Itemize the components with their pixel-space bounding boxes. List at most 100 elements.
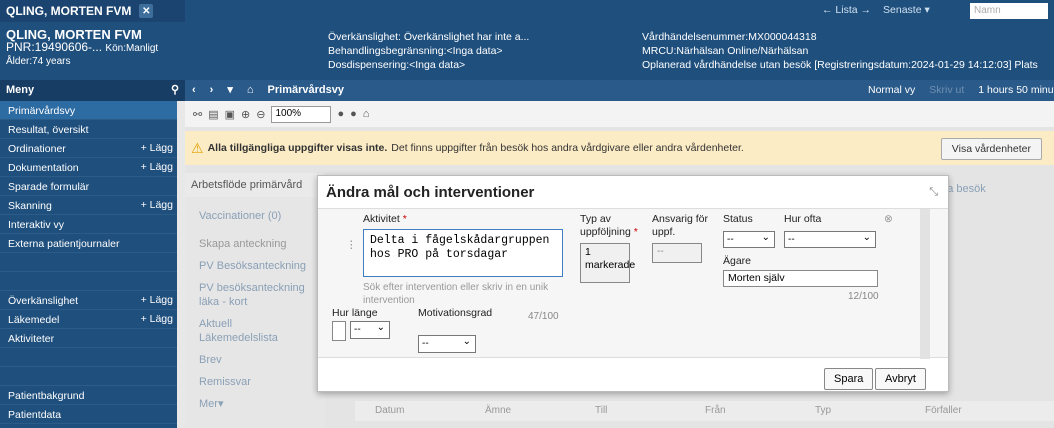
sidebar-item-dokumentation[interactable]: Dokumentation + Lägg — [0, 158, 177, 177]
case-planned: Oplanerad vårdhändelse utan besök [Regis… — [642, 59, 1038, 71]
col-header[interactable]: Datum — [355, 405, 465, 421]
binoculars-icon[interactable]: ⚯ — [193, 108, 202, 121]
sidebar: Primärvårdsvy Resultat, översikt Ordinat… — [0, 101, 177, 428]
link[interactable]: Mer▾ — [185, 393, 325, 415]
normal-view-button[interactable]: Normal vy — [868, 84, 915, 96]
patient-tab[interactable]: QLING, MORTEN FVM ✕ — [0, 0, 185, 22]
menu-header[interactable]: Meny ⚲ — [0, 80, 185, 101]
circle-icon[interactable]: ● — [337, 108, 344, 120]
sidebar-item-resultat[interactable]: Resultat, översikt — [0, 120, 177, 139]
zoom-in-icon[interactable]: ⊕ — [241, 108, 250, 121]
activity-label: Aktivitet * — [363, 213, 407, 225]
resize-icon[interactable]: ⤡ — [929, 186, 938, 199]
save-button[interactable]: Spara — [824, 368, 874, 390]
sidebar-item-skanning[interactable]: Skanning + Lägg — [0, 196, 177, 215]
frequency-value: -- — [788, 234, 795, 245]
nav-bar: Meny ⚲ ‹ › ▾ ⌂ Primärvårdsvy Normal vy S… — [0, 80, 1054, 101]
sidebar-item-externa[interactable]: Externa patientjournaler — [0, 234, 177, 253]
cancel-button[interactable]: Avbryt — [875, 368, 926, 390]
sidebar-item-patientbakgrund[interactable]: Patientbakgrund — [0, 386, 177, 405]
add-button[interactable]: + Lägg — [141, 161, 173, 173]
edit-goals-dialog: Ändra mål och interventioner ⤡ Aktivitet… — [317, 175, 949, 392]
workflow-tab[interactable]: Arbetsflöde primärvård — [185, 173, 325, 197]
activity-textarea[interactable]: Delta i fågelskådargruppen hos PRO på to… — [363, 229, 563, 277]
sidebar-item-interaktiv[interactable]: Interaktiv vy — [0, 215, 177, 234]
recent-menu[interactable]: Senaste ▾ — [883, 4, 930, 16]
sidebar-item-label: Resultat, översikt — [8, 124, 89, 136]
circle-icon[interactable]: ● — [350, 108, 357, 120]
sidebar-scrollbar[interactable] — [177, 101, 185, 428]
activity-hint: Sök efter intervention eller skriv in en… — [363, 282, 549, 306]
document-icon[interactable]: ▤ — [208, 108, 218, 121]
print-icon[interactable]: ▣ — [225, 108, 235, 121]
home-icon[interactable]: ⌂ — [247, 84, 254, 96]
allergy-warning[interactable]: Överkänslighet: Överkänslighet har inte … — [328, 30, 529, 44]
create-note: Skapa anteckning — [199, 238, 287, 250]
alert-bold: Alla tillgängliga uppgifter visas inte. — [207, 142, 388, 154]
owner-char-count: 12/100 — [848, 291, 879, 302]
close-icon[interactable]: ⊗ — [884, 213, 893, 225]
forward-icon[interactable]: › — [210, 84, 214, 96]
duration-number[interactable] — [332, 321, 346, 341]
sidebar-item-label: Sparade formulär — [8, 181, 90, 193]
responsible-field[interactable]: -- — [652, 243, 702, 263]
close-icon[interactable]: ✕ — [139, 4, 154, 18]
vaccinations: Vaccinationer (0) — [199, 210, 282, 222]
sidebar-item-aktiviteter[interactable]: Aktiviteter — [0, 329, 177, 348]
sidebar-item-label: Primärvårdsvy — [8, 105, 76, 117]
alert-banner: ⚠ Alla tillgängliga uppgifter visas inte… — [185, 131, 1054, 165]
link[interactable]: PV Besöksanteckning — [185, 255, 325, 277]
add-button[interactable]: + Lägg — [141, 313, 173, 325]
sidebar-item-label: Dokumentation — [8, 162, 79, 174]
col-header[interactable]: Ämne — [465, 405, 575, 421]
owner-input[interactable]: Morten själv — [723, 270, 878, 287]
status-select[interactable]: -- ⌄ — [723, 231, 775, 248]
sidebar-item-label: Skanning — [8, 200, 52, 212]
link[interactable]: Remissvar — [185, 371, 325, 393]
back-icon[interactable]: ‹ — [192, 84, 196, 96]
zoom-out-icon[interactable]: ⊖ — [256, 108, 265, 121]
add-button[interactable]: + Lägg — [141, 294, 173, 306]
show-units-button[interactable]: Visa vårdenheter — [940, 138, 1042, 160]
name-search-input[interactable]: Namn — [970, 3, 1048, 19]
toolbar: ⚯ ▤ ▣ ⊕ ⊖ 100% ● ● ⌂ — [185, 101, 1054, 127]
home-icon[interactable]: ⌂ — [363, 108, 370, 120]
print-button[interactable]: Skriv ut — [929, 84, 964, 96]
chevron-down-icon: ⌄ — [462, 336, 471, 347]
required-marker: * — [402, 213, 407, 225]
sidebar-item-ordinationer[interactable]: Ordinationer + Lägg — [0, 139, 177, 158]
drag-handle-icon[interactable]: ⋮ — [346, 239, 357, 251]
sidebar-spacer — [0, 272, 177, 291]
sidebar-item-sparade[interactable]: Sparade formulär — [0, 177, 177, 196]
zoom-select[interactable]: 100% — [271, 105, 332, 123]
link[interactable]: Brev — [185, 349, 325, 371]
col-header[interactable]: Förfaller — [905, 405, 1015, 421]
list-nav[interactable]: ← Lista → — [822, 4, 871, 16]
sidebar-item-patientdata[interactable]: Patientdata — [0, 405, 177, 424]
col-header[interactable]: Från — [685, 405, 795, 421]
case-mrcu: MRCU:Närhälsan Online/Närhälsan — [642, 45, 809, 57]
frequency-label: Hur ofta — [784, 213, 822, 225]
add-button[interactable]: + Lägg — [141, 142, 173, 154]
sidebar-item-label: Interaktiv vy — [8, 219, 65, 231]
chevron-down-icon: ⌄ — [761, 232, 770, 243]
followup-type-select[interactable]: 1 markerade — [580, 243, 635, 283]
frequency-select[interactable]: -- ⌄ — [784, 231, 876, 248]
add-button[interactable]: + Lägg — [141, 199, 173, 211]
sidebar-spacer — [0, 253, 177, 272]
dialog-scrollbar[interactable] — [920, 209, 930, 359]
sidebar-item-overkanslighet[interactable]: Överkänslighet + Lägg — [0, 291, 177, 310]
col-header[interactable]: Typ — [795, 405, 905, 421]
motivation-select[interactable]: -- ⌄ — [418, 335, 476, 353]
sidebar-item-label: Ordinationer — [8, 143, 66, 155]
duration-select[interactable]: -- ⌄ — [350, 321, 390, 339]
sidebar-item-lakemedel[interactable]: Läkemedel + Lägg — [0, 310, 177, 329]
link[interactable]: PV besöksanteckning läka - kort — [185, 277, 325, 313]
sidebar-item-primarvardsvy[interactable]: Primärvårdsvy — [0, 101, 177, 120]
col-header[interactable]: Till — [575, 405, 685, 421]
link[interactable]: Aktuell Läkemedelslista — [185, 313, 325, 349]
dropdown-icon[interactable]: ▾ — [227, 83, 233, 96]
pin-icon[interactable]: ⚲ — [171, 83, 179, 96]
sidebar-item-label: Aktiviteter — [8, 333, 55, 345]
status-value: -- — [727, 234, 734, 245]
